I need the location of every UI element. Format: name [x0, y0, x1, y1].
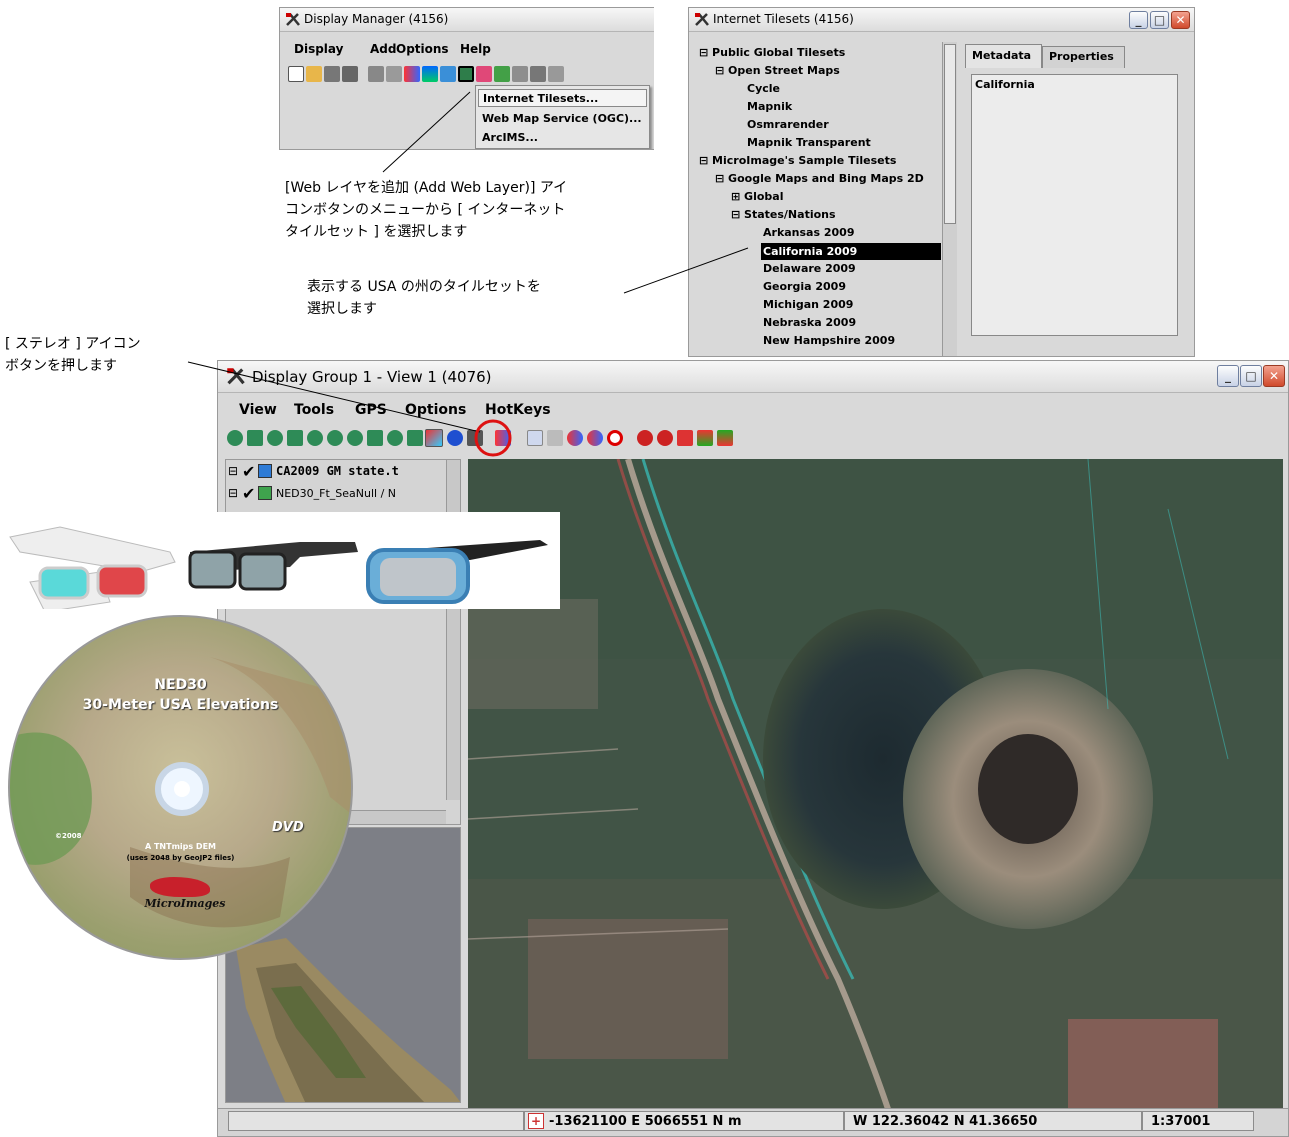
dvd-copyright: ©2008 [55, 832, 82, 840]
ned30-dvd-disc: NED30 30-Meter USA Elevations ©2008 DVD … [8, 615, 353, 960]
dvd-subtitle: 30-Meter USA Elevations [82, 697, 279, 713]
stereo-highlight-circle [474, 419, 512, 457]
dvd-line1: A TNTmips DEM [144, 842, 216, 851]
dvd-logo: DVD [272, 820, 304, 835]
stereo-glasses-photo [0, 512, 560, 613]
dvd-title: NED30 [154, 677, 207, 693]
glasses-illustration [9, 526, 548, 613]
leader-line-state [623, 247, 749, 294]
dvd-line2: (uses 2048 by GeoJP2 files) [126, 854, 235, 862]
leader-line-stereo [187, 361, 481, 433]
microimages-logo: MicroImages [130, 877, 240, 917]
leader-line-web-layer [382, 91, 471, 173]
